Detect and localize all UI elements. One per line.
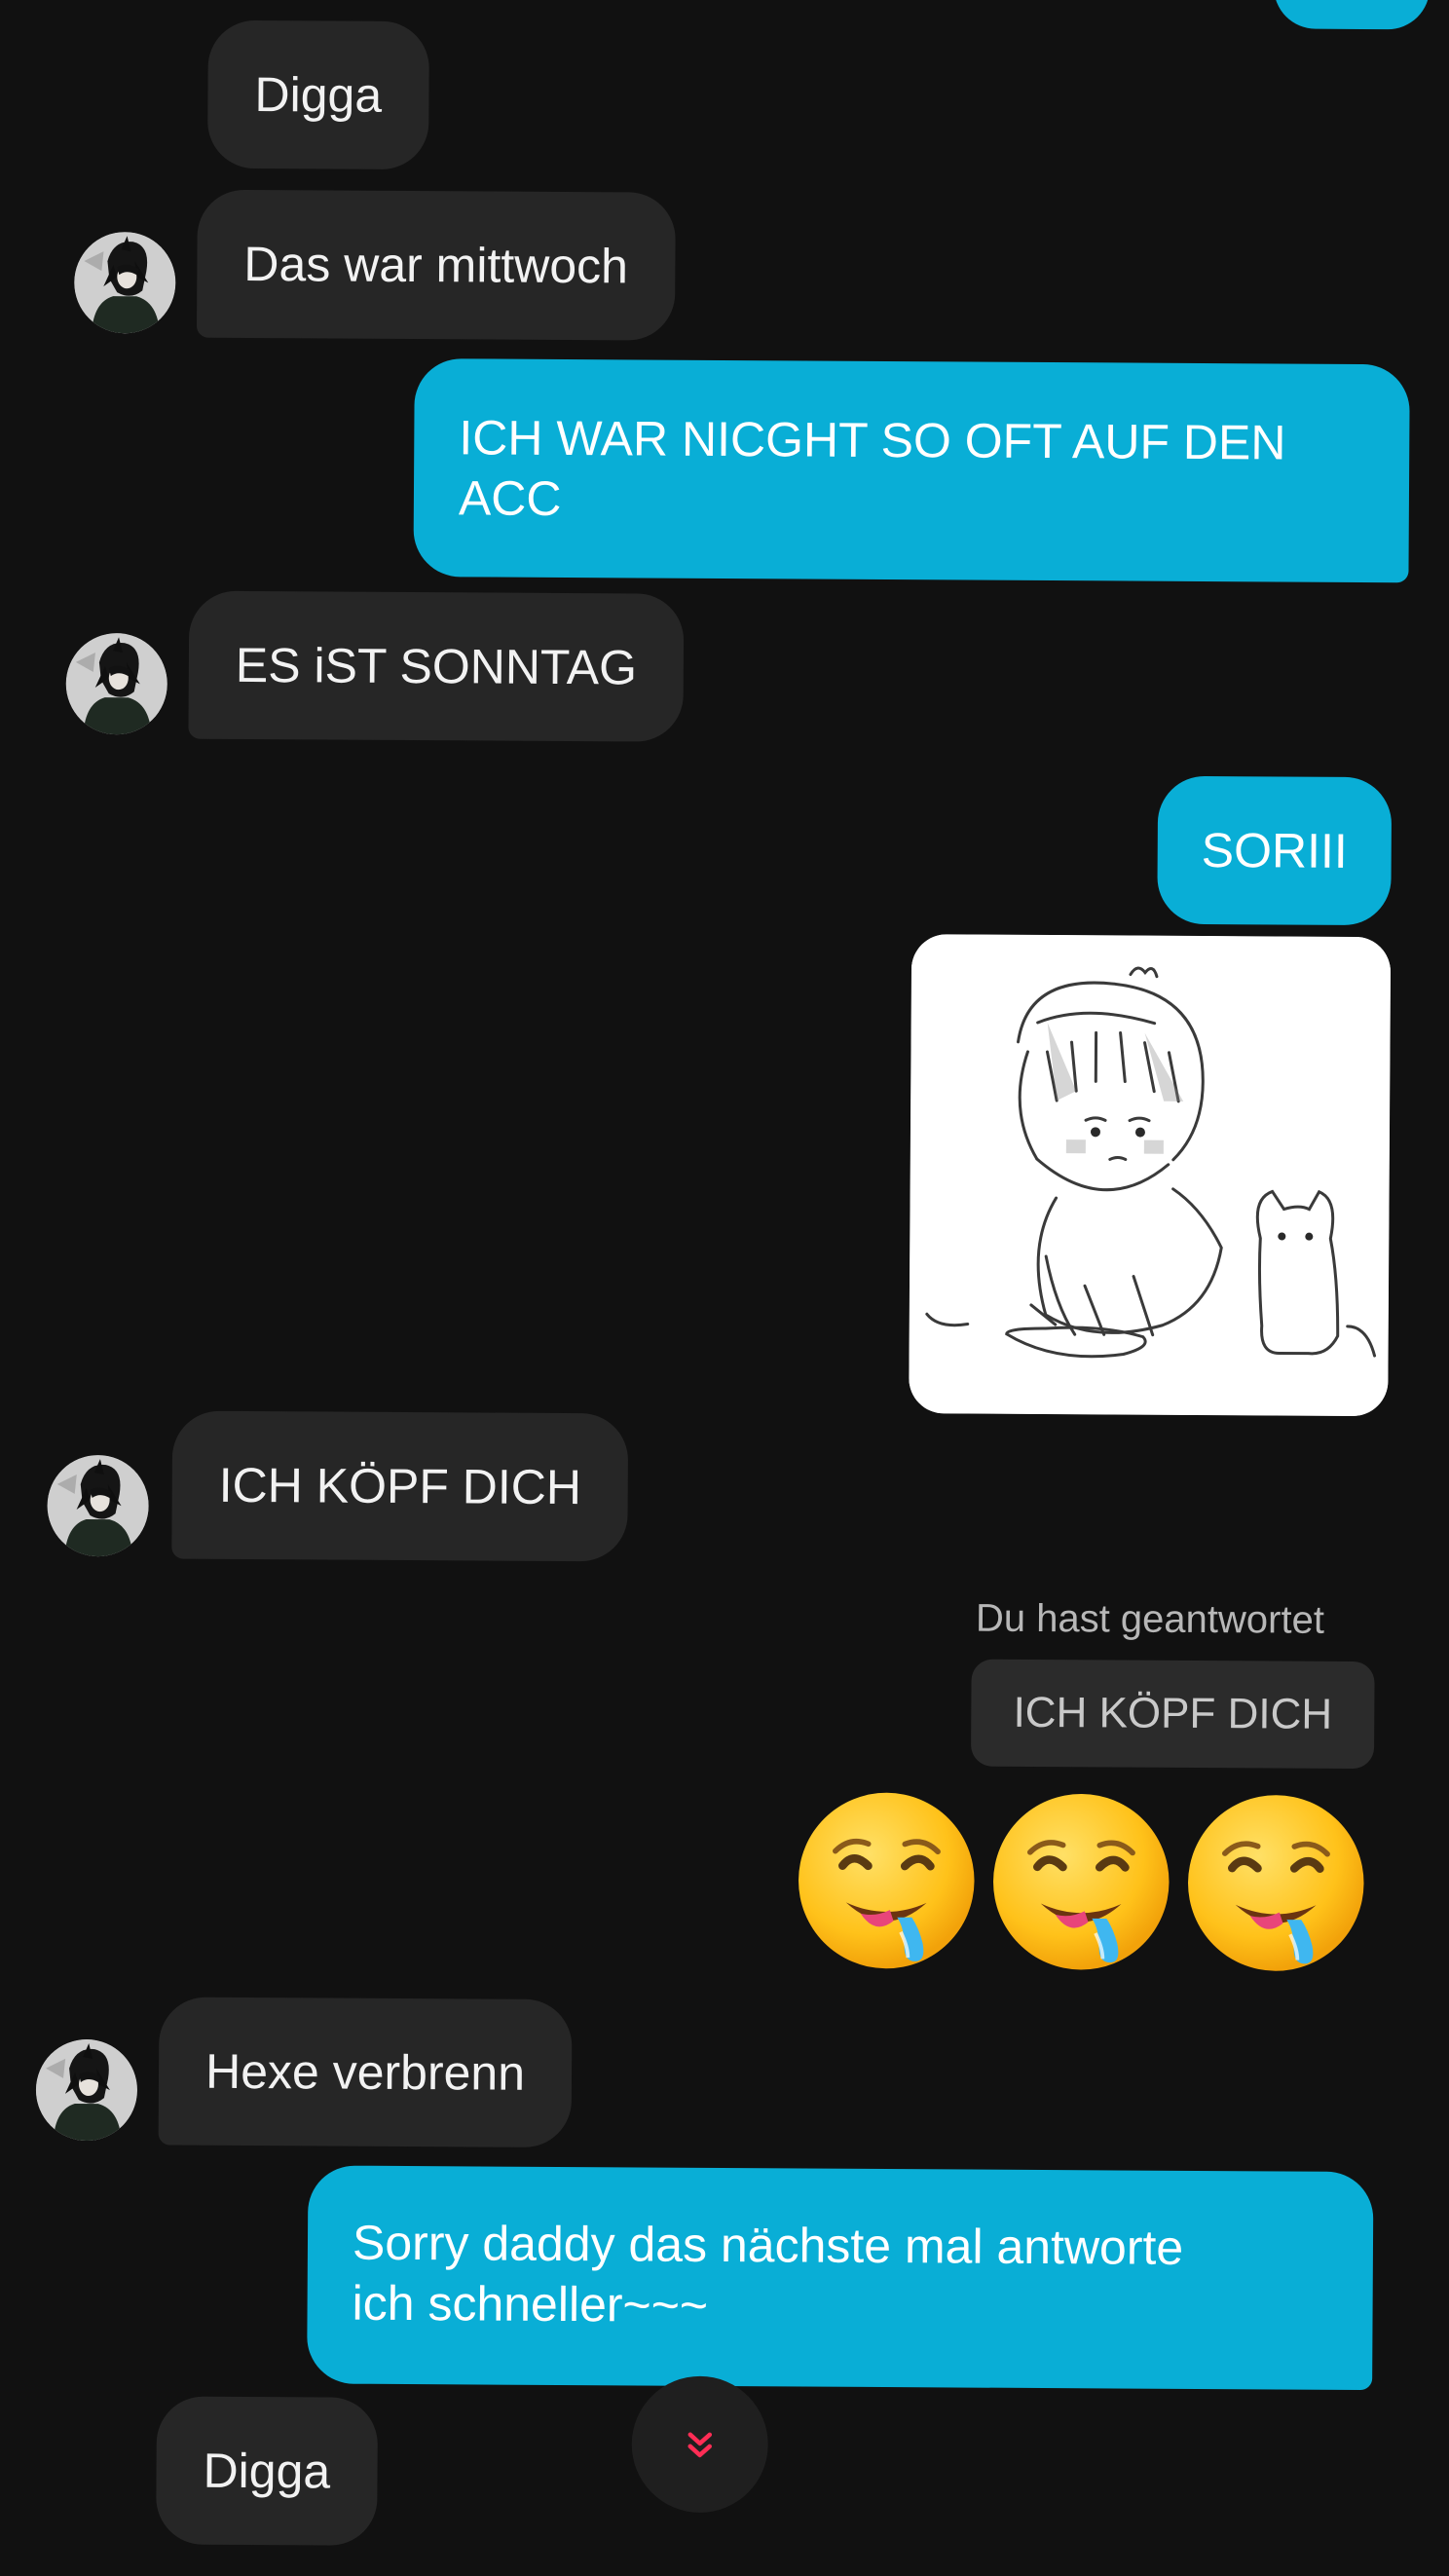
sketch-sad-kid-with-cat-icon xyxy=(909,934,1392,1417)
sticker-image[interactable] xyxy=(909,934,1392,1417)
double-chevron-down-icon xyxy=(687,2432,713,2458)
message-text-line: ICH WAR NICGHT SO OFT AUF DEN xyxy=(459,410,1286,470)
message-text: ES iST SONNTAG xyxy=(235,637,638,695)
message-text: Digga xyxy=(203,2443,331,2499)
incoming-message[interactable]: Digga xyxy=(156,2396,378,2546)
contact-avatar[interactable] xyxy=(35,2038,138,2142)
scroll-to-bottom-button[interactable] xyxy=(631,2375,769,2514)
message-text: Hexe verbrenn xyxy=(204,2043,526,2101)
outgoing-message[interactable]: Sorry daddy das nächste mal antworte ich… xyxy=(307,2165,1374,2391)
message-text-line: Sorry daddy das nächste mal antworte xyxy=(352,2215,1184,2275)
message-text: Das war mittwoch xyxy=(243,236,629,294)
replied-label: Du hast geantwortet xyxy=(975,1596,1325,1642)
outgoing-message[interactable]: SORIII xyxy=(1157,775,1393,926)
message-text: SORIII xyxy=(1201,822,1348,878)
contact-avatar[interactable] xyxy=(47,1454,149,1557)
drooling-face-icon xyxy=(795,1788,979,1972)
incoming-message[interactable]: ES iST SONNTAG xyxy=(188,590,685,742)
incoming-message[interactable]: Digga xyxy=(206,19,429,170)
drooling-face-icon xyxy=(1184,1791,1368,1975)
message-text: ICH KÖPF DICH xyxy=(218,1457,582,1515)
drooling-face-icon xyxy=(989,1790,1173,1974)
quoted-message[interactable]: ICH KÖPF DICH xyxy=(970,1659,1375,1770)
message-text-line: ich schneller~~~ xyxy=(352,2275,709,2333)
chat-thread[interactable]: Digga Das war mittwoch ICH WAR NICGHT SO… xyxy=(0,0,1449,2576)
message-text: Digga xyxy=(254,67,383,123)
contact-avatar[interactable] xyxy=(73,231,176,334)
previous-outgoing-bubble xyxy=(1273,0,1430,30)
outgoing-message[interactable]: ICH WAR NICGHT SO OFT AUF DEN ACC xyxy=(413,358,1410,583)
contact-avatar[interactable] xyxy=(65,632,168,735)
message-text-line: ACC xyxy=(458,470,562,526)
incoming-message[interactable]: ICH KÖPF DICH xyxy=(171,1410,629,1562)
emoji-message[interactable] xyxy=(795,1788,1368,1975)
incoming-message[interactable]: Das war mittwoch xyxy=(196,189,676,341)
incoming-message[interactable]: Hexe verbrenn xyxy=(158,1997,573,2148)
